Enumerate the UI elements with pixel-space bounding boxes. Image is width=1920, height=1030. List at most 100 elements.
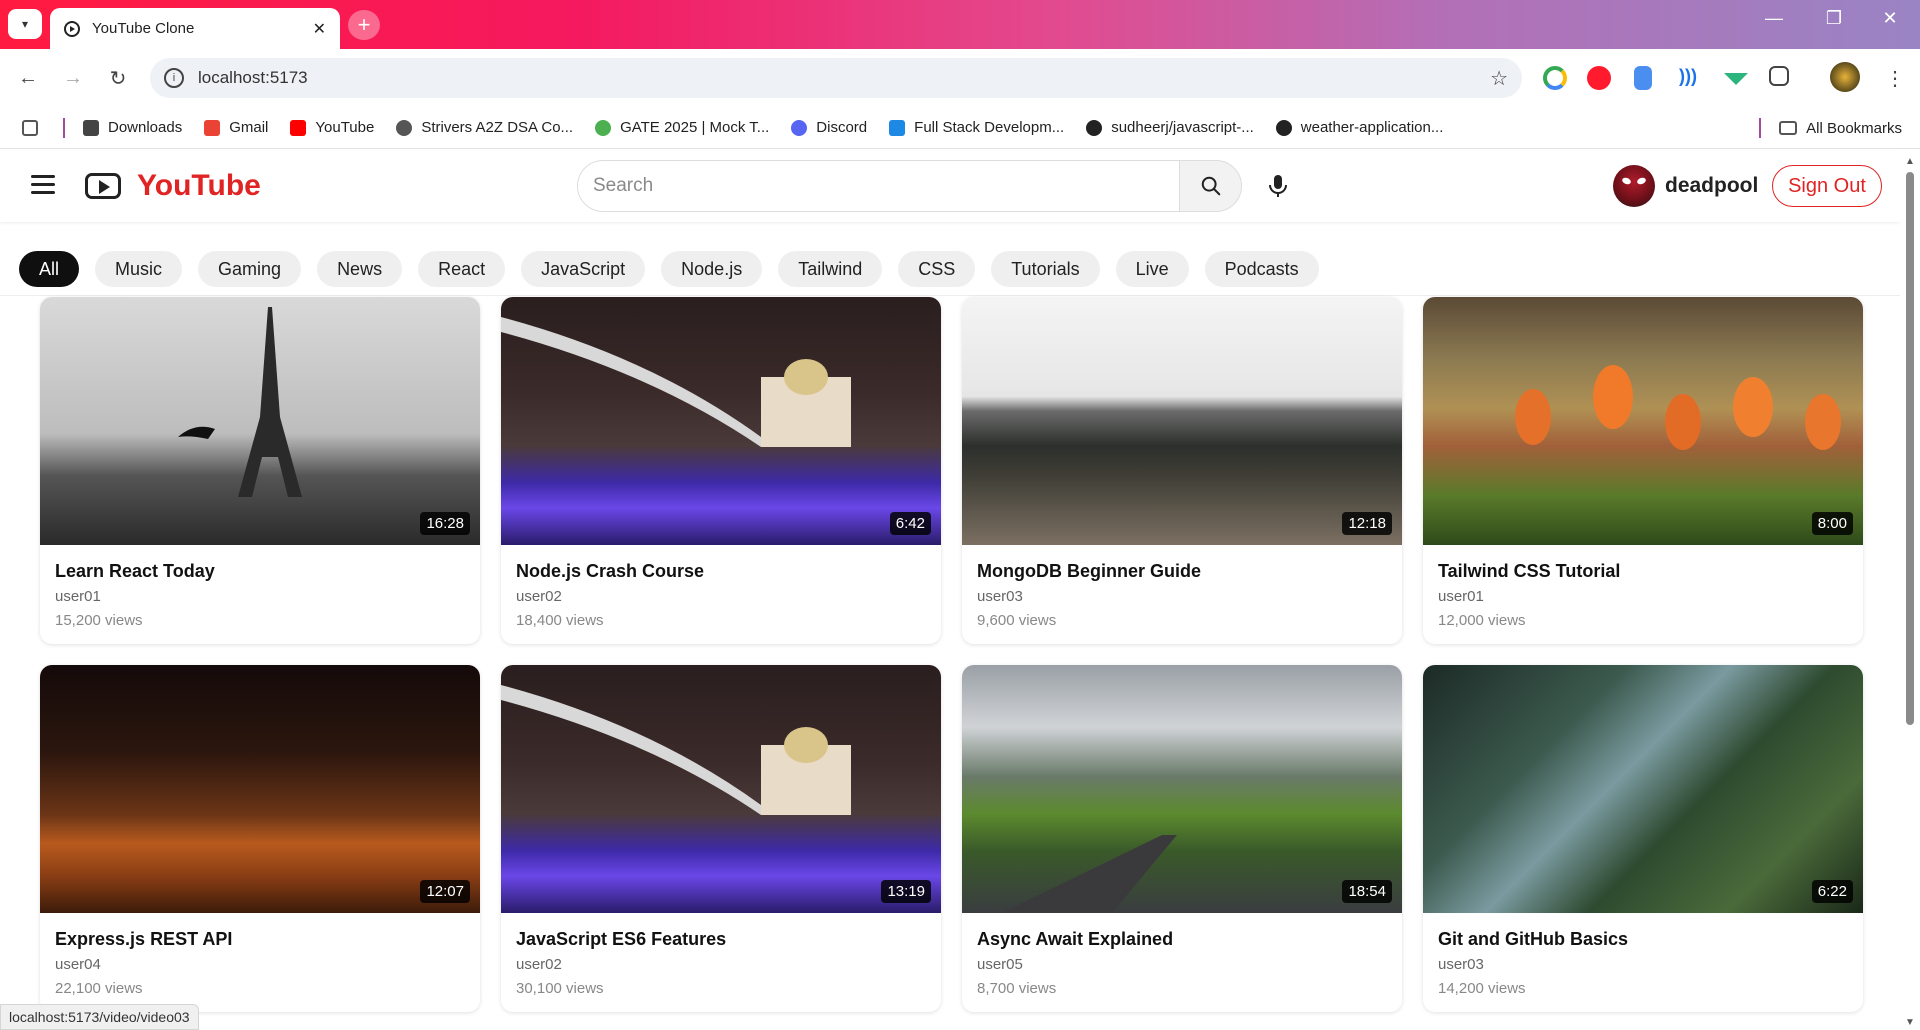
tab-search-button[interactable]: ▾: [8, 9, 42, 39]
bookmark-label: weather-application...: [1300, 119, 1444, 136]
chip-gaming[interactable]: Gaming: [198, 251, 302, 287]
video-card[interactable]: 12:18 MongoDB Beginner Guide user03 9,60…: [962, 297, 1402, 644]
video-thumbnail[interactable]: 8:00: [1423, 297, 1863, 545]
chip-all[interactable]: All: [19, 251, 80, 287]
chip-nodejs[interactable]: Node.js: [661, 251, 763, 287]
video-card[interactable]: 13:19 JavaScript ES6 Features user02 30,…: [501, 665, 941, 1012]
minimize-icon[interactable]: —: [1752, 8, 1796, 29]
browser-tab[interactable]: YouTube Clone ✕: [50, 8, 340, 49]
video-card[interactable]: 6:22 Git and GitHub Basics user03 14,200…: [1423, 665, 1863, 1012]
reload-icon[interactable]: ↻: [101, 61, 135, 95]
globe-icon: [396, 119, 413, 136]
video-title[interactable]: Node.js Crash Course: [516, 561, 704, 582]
video-title[interactable]: JavaScript ES6 Features: [516, 929, 726, 950]
page-scrollbar[interactable]: ▲ ▼: [1900, 150, 1920, 1030]
search-input[interactable]: [577, 160, 1180, 212]
youtube-logo-icon[interactable]: [85, 173, 121, 199]
video-channel[interactable]: user01: [1438, 588, 1484, 605]
video-title[interactable]: Express.js REST API: [55, 929, 232, 950]
restore-icon[interactable]: ❐: [1812, 8, 1856, 29]
video-thumbnail[interactable]: 6:42: [501, 297, 941, 545]
extension-vue-icon[interactable]: [1724, 73, 1748, 85]
search-button[interactable]: [1179, 160, 1242, 212]
chip-css[interactable]: CSS: [898, 251, 976, 287]
extension-clipboard-icon[interactable]: [1634, 66, 1652, 90]
bookmark-weather[interactable]: weather-application...: [1275, 119, 1444, 136]
scroll-up-icon[interactable]: ▲: [1905, 156, 1915, 167]
video-channel[interactable]: user03: [1438, 956, 1484, 973]
browser-titlebar: ▾ YouTube Clone ✕ + — ❐ ✕: [0, 0, 1920, 49]
profile-avatar-icon[interactable]: [1830, 62, 1860, 92]
all-bookmarks[interactable]: All Bookmarks: [1759, 107, 1902, 149]
bookmark-gmail[interactable]: Gmail: [204, 119, 268, 136]
chip-tailwind[interactable]: Tailwind: [778, 251, 883, 287]
github-icon: [1275, 119, 1292, 136]
video-channel[interactable]: user02: [516, 956, 562, 973]
user-avatar[interactable]: [1613, 165, 1655, 207]
video-title[interactable]: Tailwind CSS Tutorial: [1438, 561, 1620, 582]
extension-chrome-icon[interactable]: [1543, 66, 1567, 90]
close-window-icon[interactable]: ✕: [1868, 8, 1912, 29]
apps-grid-icon[interactable]: [22, 119, 47, 136]
video-views: 15,200 views: [55, 612, 143, 629]
video-thumbnail[interactable]: 18:54: [962, 665, 1402, 913]
video-grid: 16:28 Learn React Today user01 15,200 vi…: [40, 297, 1863, 1012]
bookmark-gate[interactable]: GATE 2025 | Mock T...: [595, 119, 769, 136]
chip-tutorials[interactable]: Tutorials: [991, 251, 1100, 287]
chip-react[interactable]: React: [418, 251, 506, 287]
video-card[interactable]: 16:28 Learn React Today user01 15,200 vi…: [40, 297, 480, 644]
extensions-puzzle-icon[interactable]: [1769, 66, 1789, 86]
address-bar[interactable]: i localhost:5173 ☆: [150, 58, 1522, 98]
video-title[interactable]: Git and GitHub Basics: [1438, 929, 1628, 950]
back-icon[interactable]: ←: [11, 61, 45, 95]
chip-podcasts[interactable]: Podcasts: [1204, 251, 1319, 287]
video-card[interactable]: 6:42 Node.js Crash Course user02 18,400 …: [501, 297, 941, 644]
video-thumbnail[interactable]: 12:18: [962, 297, 1402, 545]
video-duration: 16:28: [420, 512, 470, 535]
hamburger-menu-icon[interactable]: [31, 175, 55, 195]
video-channel[interactable]: user01: [55, 588, 101, 605]
bookmark-discord[interactable]: Discord: [791, 119, 867, 136]
browser-toolbar: ← → ↻ i localhost:5173 ☆ ))) ⋮: [0, 49, 1920, 107]
video-thumbnail[interactable]: 16:28: [40, 297, 480, 545]
extension-opera-icon[interactable]: [1587, 66, 1611, 90]
tab-close-icon[interactable]: ✕: [313, 19, 326, 39]
bookmark-strivers[interactable]: Strivers A2Z DSA Co...: [396, 119, 573, 136]
video-channel[interactable]: user02: [516, 588, 562, 605]
bookmark-downloads[interactable]: Downloads: [83, 119, 182, 136]
bridge-scene: [501, 317, 851, 447]
bookmark-star-icon[interactable]: ☆: [1490, 66, 1508, 91]
forward-icon[interactable]: →: [56, 61, 90, 95]
video-channel[interactable]: user03: [977, 588, 1023, 605]
sign-out-button[interactable]: Sign Out: [1772, 165, 1882, 207]
bookmark-sudheerj[interactable]: sudheerj/javascript-...: [1086, 119, 1254, 136]
scroll-down-icon[interactable]: ▼: [1905, 1017, 1915, 1028]
video-channel[interactable]: user05: [977, 956, 1023, 973]
video-thumbnail[interactable]: 6:22: [1423, 665, 1863, 913]
chip-javascript[interactable]: JavaScript: [521, 251, 646, 287]
video-title[interactable]: Async Await Explained: [977, 929, 1173, 950]
youtube-favicon-icon: [64, 20, 80, 37]
video-thumbnail[interactable]: 12:07: [40, 665, 480, 913]
video-channel[interactable]: user04: [55, 956, 101, 973]
video-thumbnail[interactable]: 13:19: [501, 665, 941, 913]
video-title[interactable]: Learn React Today: [55, 561, 215, 582]
video-card[interactable]: 18:54 Async Await Explained user05 8,700…: [962, 665, 1402, 1012]
new-tab-button[interactable]: +: [348, 10, 380, 40]
video-title[interactable]: MongoDB Beginner Guide: [977, 561, 1201, 582]
browser-menu-icon[interactable]: ⋮: [1878, 61, 1912, 95]
chip-live[interactable]: Live: [1115, 251, 1189, 287]
site-info-icon[interactable]: i: [164, 68, 184, 88]
video-duration: 13:19: [881, 880, 931, 903]
chip-news[interactable]: News: [317, 251, 403, 287]
mic-button[interactable]: [1260, 168, 1296, 204]
video-card[interactable]: 12:07 Express.js REST API user04 22,100 …: [40, 665, 480, 1012]
logo-text[interactable]: YouTube: [137, 169, 261, 203]
chip-music[interactable]: Music: [95, 251, 183, 287]
bookmark-fullstack[interactable]: Full Stack Developm...: [889, 119, 1064, 136]
extension-audio-icon[interactable]: ))): [1679, 66, 1703, 90]
scrollbar-thumb[interactable]: [1906, 172, 1914, 725]
youtube-icon: [290, 119, 307, 136]
video-card[interactable]: 8:00 Tailwind CSS Tutorial user01 12,000…: [1423, 297, 1863, 644]
bookmark-youtube[interactable]: YouTube: [290, 119, 374, 136]
